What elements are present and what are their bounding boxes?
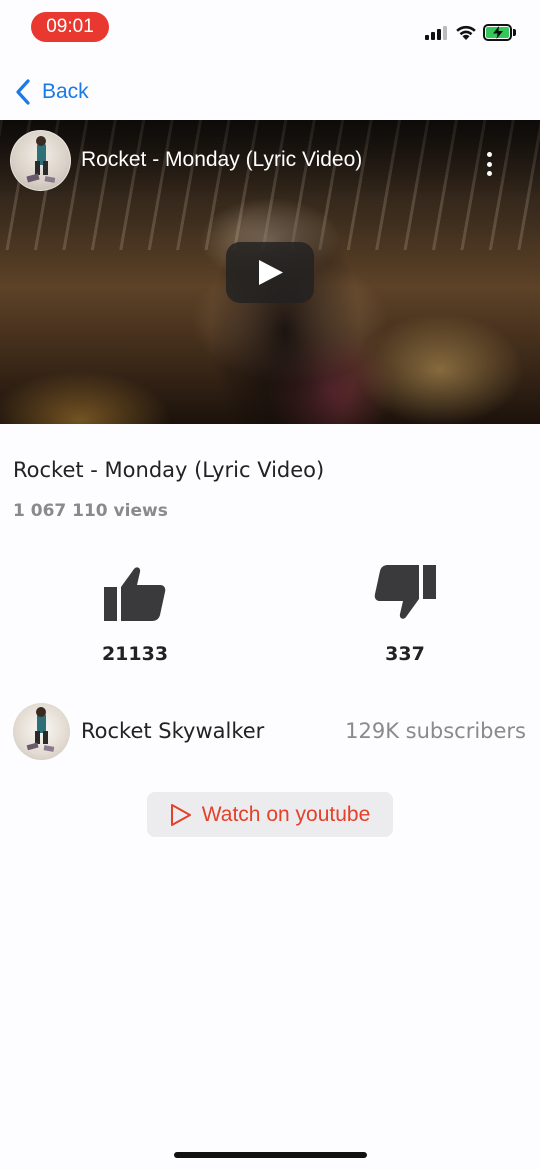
chevron-left-icon — [16, 79, 30, 105]
battery-icon — [483, 24, 517, 41]
status-time: 09:01 — [31, 12, 109, 42]
back-label: Back — [42, 80, 89, 103]
play-button[interactable] — [226, 242, 314, 303]
back-button[interactable]: Back — [14, 76, 89, 108]
play-outline-icon — [170, 803, 191, 826]
play-icon — [259, 260, 283, 285]
watch-on-youtube-button[interactable]: Watch on youtube — [147, 792, 393, 837]
video-thumbnail-figure — [205, 200, 365, 424]
like-count: 21133 — [101, 643, 169, 665]
thumbs-up-icon — [104, 567, 166, 621]
dislike-count: 337 — [385, 643, 425, 665]
subscriber-count: 129K subscribers — [345, 719, 526, 743]
wifi-icon — [456, 25, 476, 40]
like-button[interactable]: 21133 — [85, 565, 185, 665]
cellular-signal-icon — [425, 26, 449, 40]
watch-on-youtube-label: Watch on youtube — [201, 802, 371, 826]
video-title: Rocket - Monday (Lyric Video) — [13, 458, 325, 482]
channel-avatar[interactable] — [13, 703, 70, 760]
video-player[interactable]: Rocket - Monday (Lyric Video) — [0, 120, 540, 424]
view-count: 1 067 110 views — [13, 501, 168, 521]
status-bar: 09:01 — [0, 0, 540, 56]
more-vertical-icon[interactable] — [480, 152, 498, 176]
video-overlay-title: Rocket - Monday (Lyric Video) — [81, 148, 363, 171]
thumbs-down-icon — [374, 565, 436, 619]
video-channel-avatar[interactable] — [10, 130, 71, 191]
channel-name[interactable]: Rocket Skywalker — [81, 719, 264, 743]
dislike-button[interactable]: 337 — [355, 565, 455, 665]
home-indicator[interactable] — [174, 1152, 367, 1158]
